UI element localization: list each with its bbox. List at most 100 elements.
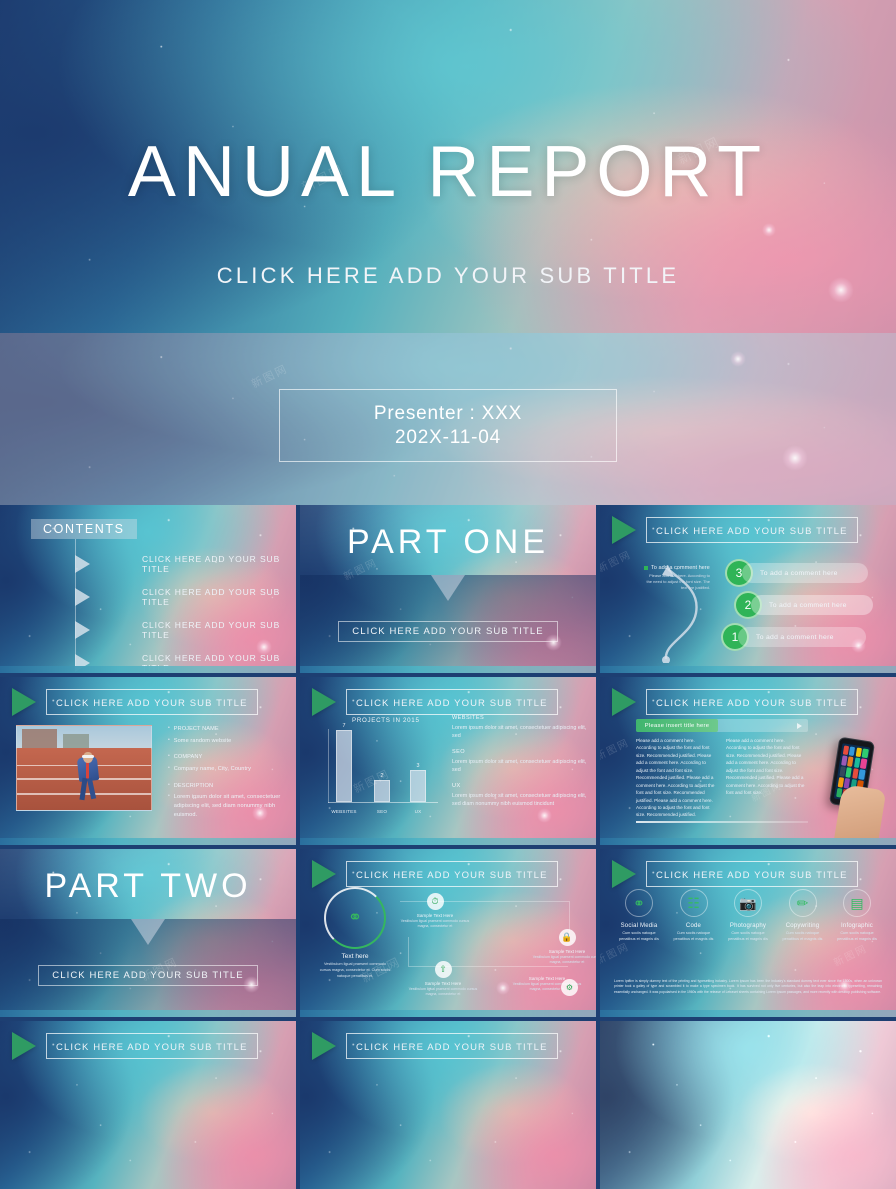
slide-timeline[interactable]: CLICK HERE ADD YOUR SUB TITLE 3 To add a… xyxy=(600,505,896,673)
slide-contents[interactable]: CONTENTS CLICK HERE ADD YOUR SUB TITLE C… xyxy=(0,505,296,673)
bar-label-ux: UX xyxy=(414,809,422,814)
play-triangle-icon xyxy=(312,860,336,888)
slide-header-label: CLICK HERE ADD YOUR SUB TITLE xyxy=(656,870,848,881)
icon-cells: ⚭ Social Media Cum sociis natoque penati… xyxy=(614,889,882,942)
bar-seo xyxy=(374,780,390,802)
slide-header-label: CLICK HERE ADD YOUR SUB TITLE xyxy=(656,698,848,709)
bar-websites xyxy=(336,730,352,802)
slide-header-label: CLICK HERE ADD YOUR SUB TITLE xyxy=(356,1042,548,1053)
timeline-note: To add a comment here Please add text he… xyxy=(644,565,710,591)
bar-value-seo: 2 xyxy=(380,773,384,779)
slide-row4-left[interactable]: CLICK HERE ADD YOUR SUB TITLE xyxy=(0,1021,296,1189)
section-title: PART ONE xyxy=(346,523,550,561)
insert-title-label: Please insert title here xyxy=(636,719,718,732)
play-triangle-icon xyxy=(612,860,636,888)
chevron-down-icon xyxy=(431,575,465,601)
share-nodes-icon: ⚭ xyxy=(625,889,653,917)
slide-header: CLICK HERE ADD YOUR SUB TITLE xyxy=(12,688,258,716)
slide-part-two[interactable]: PART TWO CLICK HERE ADD YOUR SUB TITLE 新… xyxy=(0,849,296,1017)
icon-cell-infographic[interactable]: ▤ Infographic Cum sociis natoque penatib… xyxy=(832,889,882,942)
slide-header-label: CLICK HERE ADD YOUR SUB TITLE xyxy=(56,698,248,709)
slide-part-one[interactable]: PART ONE CLICK HERE ADD YOUR SUB TITLE 新… xyxy=(300,505,596,673)
list-item[interactable]: CLICK HERE ADD YOUR SUB TITLE xyxy=(75,584,290,610)
athlete-photo xyxy=(16,725,152,811)
slide-phone[interactable]: CLICK HERE ADD YOUR SUB TITLE Please ins… xyxy=(600,677,896,845)
chart-description-list: WEBSITES Lorem ipsum dolor sit amet, con… xyxy=(452,715,587,807)
slide-thumbnail-grid: CONTENTS CLICK HERE ADD YOUR SUB TITLE C… xyxy=(0,505,896,1189)
list-item: • Some random website xyxy=(168,736,232,744)
slide-bottom-strip xyxy=(600,666,896,673)
slide-bottom-strip xyxy=(300,1010,596,1017)
slide-bottom-strip xyxy=(0,838,296,845)
section-title: PART TWO xyxy=(44,867,252,905)
slide-header: CLICK HERE ADD YOUR SUB TITLE xyxy=(612,688,858,716)
list-item-label: CLICK HERE ADD YOUR SUB TITLE xyxy=(142,554,281,574)
hero-subtitle: CLICK HERE ADD YOUR SUB TITLE xyxy=(216,263,680,288)
slide-bottom-strip xyxy=(300,838,596,845)
slide-row4-mid[interactable]: CLICK HERE ADD YOUR SUB TITLE xyxy=(300,1021,596,1189)
process-node-3[interactable]: ⇧ Sample Text Here Vestibulum ligual pra… xyxy=(408,961,478,998)
list-item: • Lorem ipsum dolor sit amet, consectetue… xyxy=(168,793,281,818)
phone-text-col-right: Please add a comment here. According to … xyxy=(726,738,805,796)
bar-value-websites: 7 xyxy=(342,723,346,729)
bar-label-seo: SEO xyxy=(376,809,388,814)
list-item: • COMPANY xyxy=(168,753,203,761)
bar-value-ux: 3 xyxy=(416,763,420,769)
insert-title-bar[interactable]: Please insert title here xyxy=(636,719,808,732)
play-triangle-icon xyxy=(312,1032,336,1060)
gear-icon: ⚙ xyxy=(561,979,578,996)
contents-tag: CONTENTS xyxy=(31,519,137,539)
triangle-bullet-icon xyxy=(75,621,90,639)
slide-header: CLICK HERE ADD YOUR SUB TITLE xyxy=(612,516,858,544)
timeline-label-3: To add a comment here xyxy=(742,563,868,583)
list-item[interactable]: CLICK HERE ADD YOUR SUB TITLE xyxy=(75,617,290,643)
bar-ux xyxy=(410,770,426,802)
icon-cell-photography[interactable]: 📷 Photography Cum sociis natoque penatib… xyxy=(723,889,773,942)
slide-row4-right[interactable] xyxy=(600,1021,896,1189)
pencil-icon: ✏ xyxy=(788,889,817,917)
slide-icon-grid[interactable]: CLICK HERE ADD YOUR SUB TITLE ⚭ Social M… xyxy=(600,849,896,1017)
play-triangle-icon xyxy=(612,516,636,544)
list-item-label: CLICK HERE ADD YOUR SUB TITLE xyxy=(142,587,281,607)
runner-figure xyxy=(71,748,106,801)
slide-header-label: CLICK HERE ADD YOUR SUB TITLE xyxy=(656,526,848,537)
play-triangle-icon xyxy=(312,688,336,716)
slide-header: CLICK HERE ADD YOUR SUB TITLE xyxy=(312,688,558,716)
process-node-1[interactable]: ⏱ Sample Text Here Vestibulum ligual pra… xyxy=(400,893,470,930)
list-item[interactable]: CLICK HERE ADD YOUR SUB TITLE xyxy=(75,551,290,577)
camera-icon: 📷 xyxy=(734,889,762,917)
slide-header: CLICK HERE ADD YOUR SUB TITLE xyxy=(12,1032,258,1060)
divider xyxy=(636,821,808,823)
play-triangle-icon xyxy=(12,688,36,716)
contents-list: CLICK HERE ADD YOUR SUB TITLE CLICK HERE… xyxy=(75,551,290,673)
lock-icon: 🔒 xyxy=(558,929,576,946)
presenter-box: Presenter : XXX 202X-11-04 xyxy=(279,389,617,462)
code-book-icon: ☷ xyxy=(679,889,708,917)
square-bullet-icon xyxy=(644,566,648,570)
upload-icon: ⇧ xyxy=(434,961,452,978)
slide-process-diagram[interactable]: CLICK HERE ADD YOUR SUB TITLE ⚭ Text her… xyxy=(300,849,596,1017)
slide-header-label: CLICK HERE ADD YOUR SUB TITLE xyxy=(356,870,548,881)
slide-bottom-strip xyxy=(0,1010,296,1017)
slide-header-label: CLICK HERE ADD YOUR SUB TITLE xyxy=(56,1042,248,1053)
timeline-label-2: To add a comment here xyxy=(751,595,873,615)
slide-bar-chart[interactable]: CLICK HERE ADD YOUR SUB TITLE PROJECTS I… xyxy=(300,677,596,845)
process-node-2[interactable]: 🔒 Sample Text Here Vestibulum ligual pra… xyxy=(532,929,596,966)
chart-title: PROJECTS IN 2015 xyxy=(352,717,420,724)
icon-cell-social-media[interactable]: ⚭ Social Media Cum sociis natoque penati… xyxy=(614,889,664,942)
bar-label-websites: WEBSITES xyxy=(331,809,357,814)
play-triangle-icon xyxy=(612,688,636,716)
slide-profile[interactable]: CLICK HERE ADD YOUR SUB TITLE • PROJECT N… xyxy=(0,677,296,845)
icon-cell-copywriting[interactable]: ✏ Copywriting Cum sociis natoque penatib… xyxy=(778,889,828,942)
chevron-down-icon xyxy=(131,919,165,945)
process-main-node[interactable]: ⚭ xyxy=(324,887,386,949)
list-item: • Company name, City, Country xyxy=(168,764,251,772)
icon-cell-code[interactable]: ☷ Code Cum sociis natoque penatibus et m… xyxy=(669,889,719,942)
presentation-date: 202X-11-04 xyxy=(395,426,501,448)
list-item: • DESCRIPTION xyxy=(168,781,214,789)
presenter-name: Presenter : XXX xyxy=(373,402,523,424)
slide-header: CLICK HERE ADD YOUR SUB TITLE xyxy=(612,860,858,888)
slide-bottom-strip xyxy=(600,838,896,845)
slide-header: CLICK HERE ADD YOUR SUB TITLE xyxy=(312,860,558,888)
slide-header-label: CLICK HERE ADD YOUR SUB TITLE xyxy=(356,698,548,709)
